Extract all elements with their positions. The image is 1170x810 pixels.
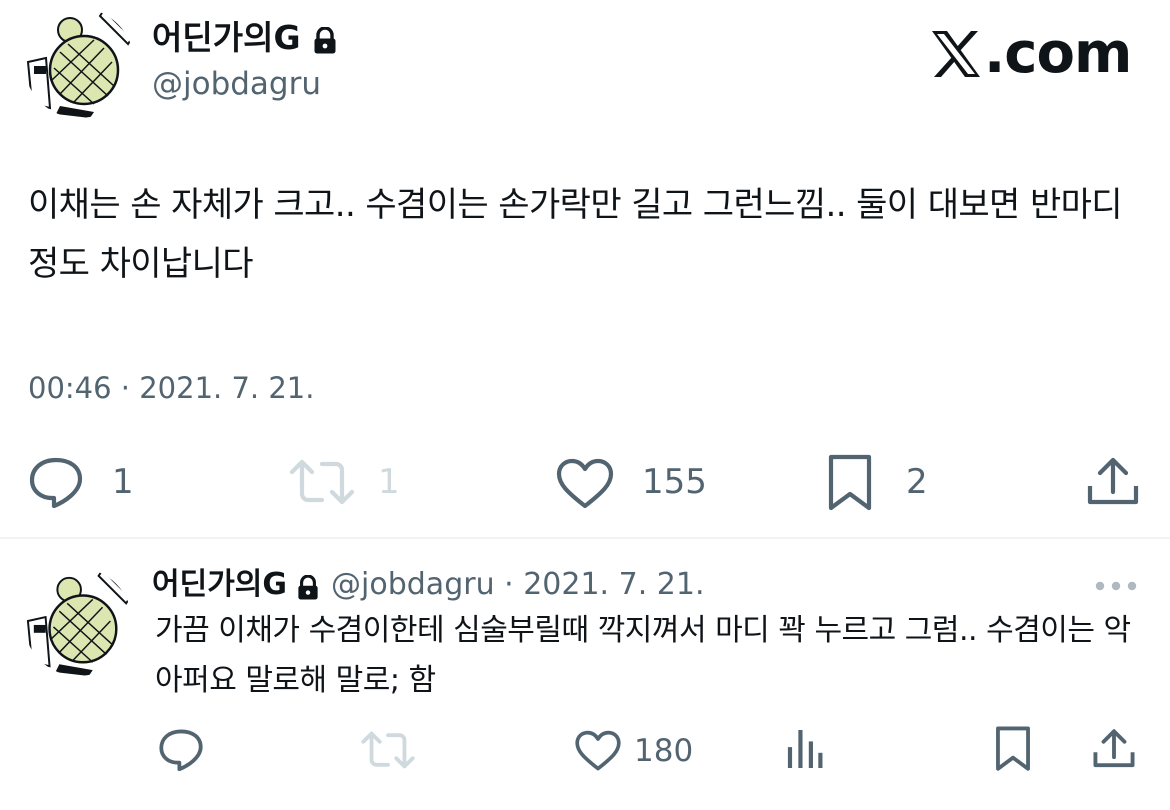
like-count: 155 <box>642 462 707 502</box>
lock-icon <box>297 572 319 600</box>
lock-icon <box>313 24 337 54</box>
reply-author-name[interactable]: 어딘가의G <box>152 565 287 605</box>
author-handle[interactable]: @jobdagru <box>152 64 321 104</box>
reply-meta[interactable]: @jobdagru · 2021. 7. 21. <box>331 565 704 605</box>
heart-icon <box>575 730 621 771</box>
bookmark-icon <box>996 726 1030 771</box>
bookmark-icon <box>828 454 872 511</box>
more-icon <box>1095 581 1137 591</box>
reply-header: 어딘가의G @jobdagru · 2021. 7. 21. <box>152 565 704 605</box>
bookmark-count: 2 <box>906 462 928 502</box>
bookmark-button[interactable] <box>826 454 874 512</box>
reply-text: 가끔 이채가 수겸이한테 심술부릴때 깍지껴서 마디 꽉 누르고 그럼.. 수겸… <box>155 613 1131 698</box>
reply-retweet-button[interactable] <box>360 730 416 770</box>
reply-icon <box>29 457 83 508</box>
reply-icon <box>159 729 203 771</box>
reply-count: 1 <box>112 462 134 502</box>
reply-avatar[interactable] <box>24 568 132 676</box>
retweet-button[interactable] <box>288 458 356 506</box>
x-logo-icon <box>932 31 980 77</box>
avatar-turtle-drawing <box>24 568 132 676</box>
tweet-text: 이채는 손 자체가 크고.. 수겸이는 손가락만 길고 그런느낌.. 둘이 대보… <box>28 185 1123 284</box>
heart-icon <box>556 458 614 509</box>
author-name-row[interactable]: 어딘가의G <box>152 18 337 58</box>
share-icon <box>1087 457 1139 505</box>
share-button[interactable] <box>1086 456 1140 508</box>
reply-share-button[interactable] <box>1092 728 1136 770</box>
retweet-icon <box>361 731 415 769</box>
like-button[interactable] <box>555 458 615 510</box>
avatar[interactable] <box>24 8 134 118</box>
tweet-timestamp[interactable]: 00:46 · 2021. 7. 21. <box>28 366 314 410</box>
retweet-count: 1 <box>378 462 400 502</box>
retweet-icon <box>289 459 355 505</box>
author-name: 어딘가의G <box>152 18 301 57</box>
reply-reply-button[interactable] <box>158 728 204 771</box>
views-icon <box>787 730 823 768</box>
reply-like-count: 180 <box>634 733 694 769</box>
divider <box>0 537 1170 539</box>
reply-button[interactable] <box>28 456 84 508</box>
brand-text: .com <box>984 21 1132 86</box>
share-icon <box>1093 729 1135 768</box>
x-brand-logo: .com <box>930 21 1132 86</box>
more-button[interactable] <box>1094 576 1138 600</box>
reply-bookmark-button[interactable] <box>994 726 1032 772</box>
views-button[interactable] <box>786 728 824 770</box>
reply-like-button[interactable] <box>574 730 622 772</box>
avatar-turtle-drawing <box>24 8 134 118</box>
